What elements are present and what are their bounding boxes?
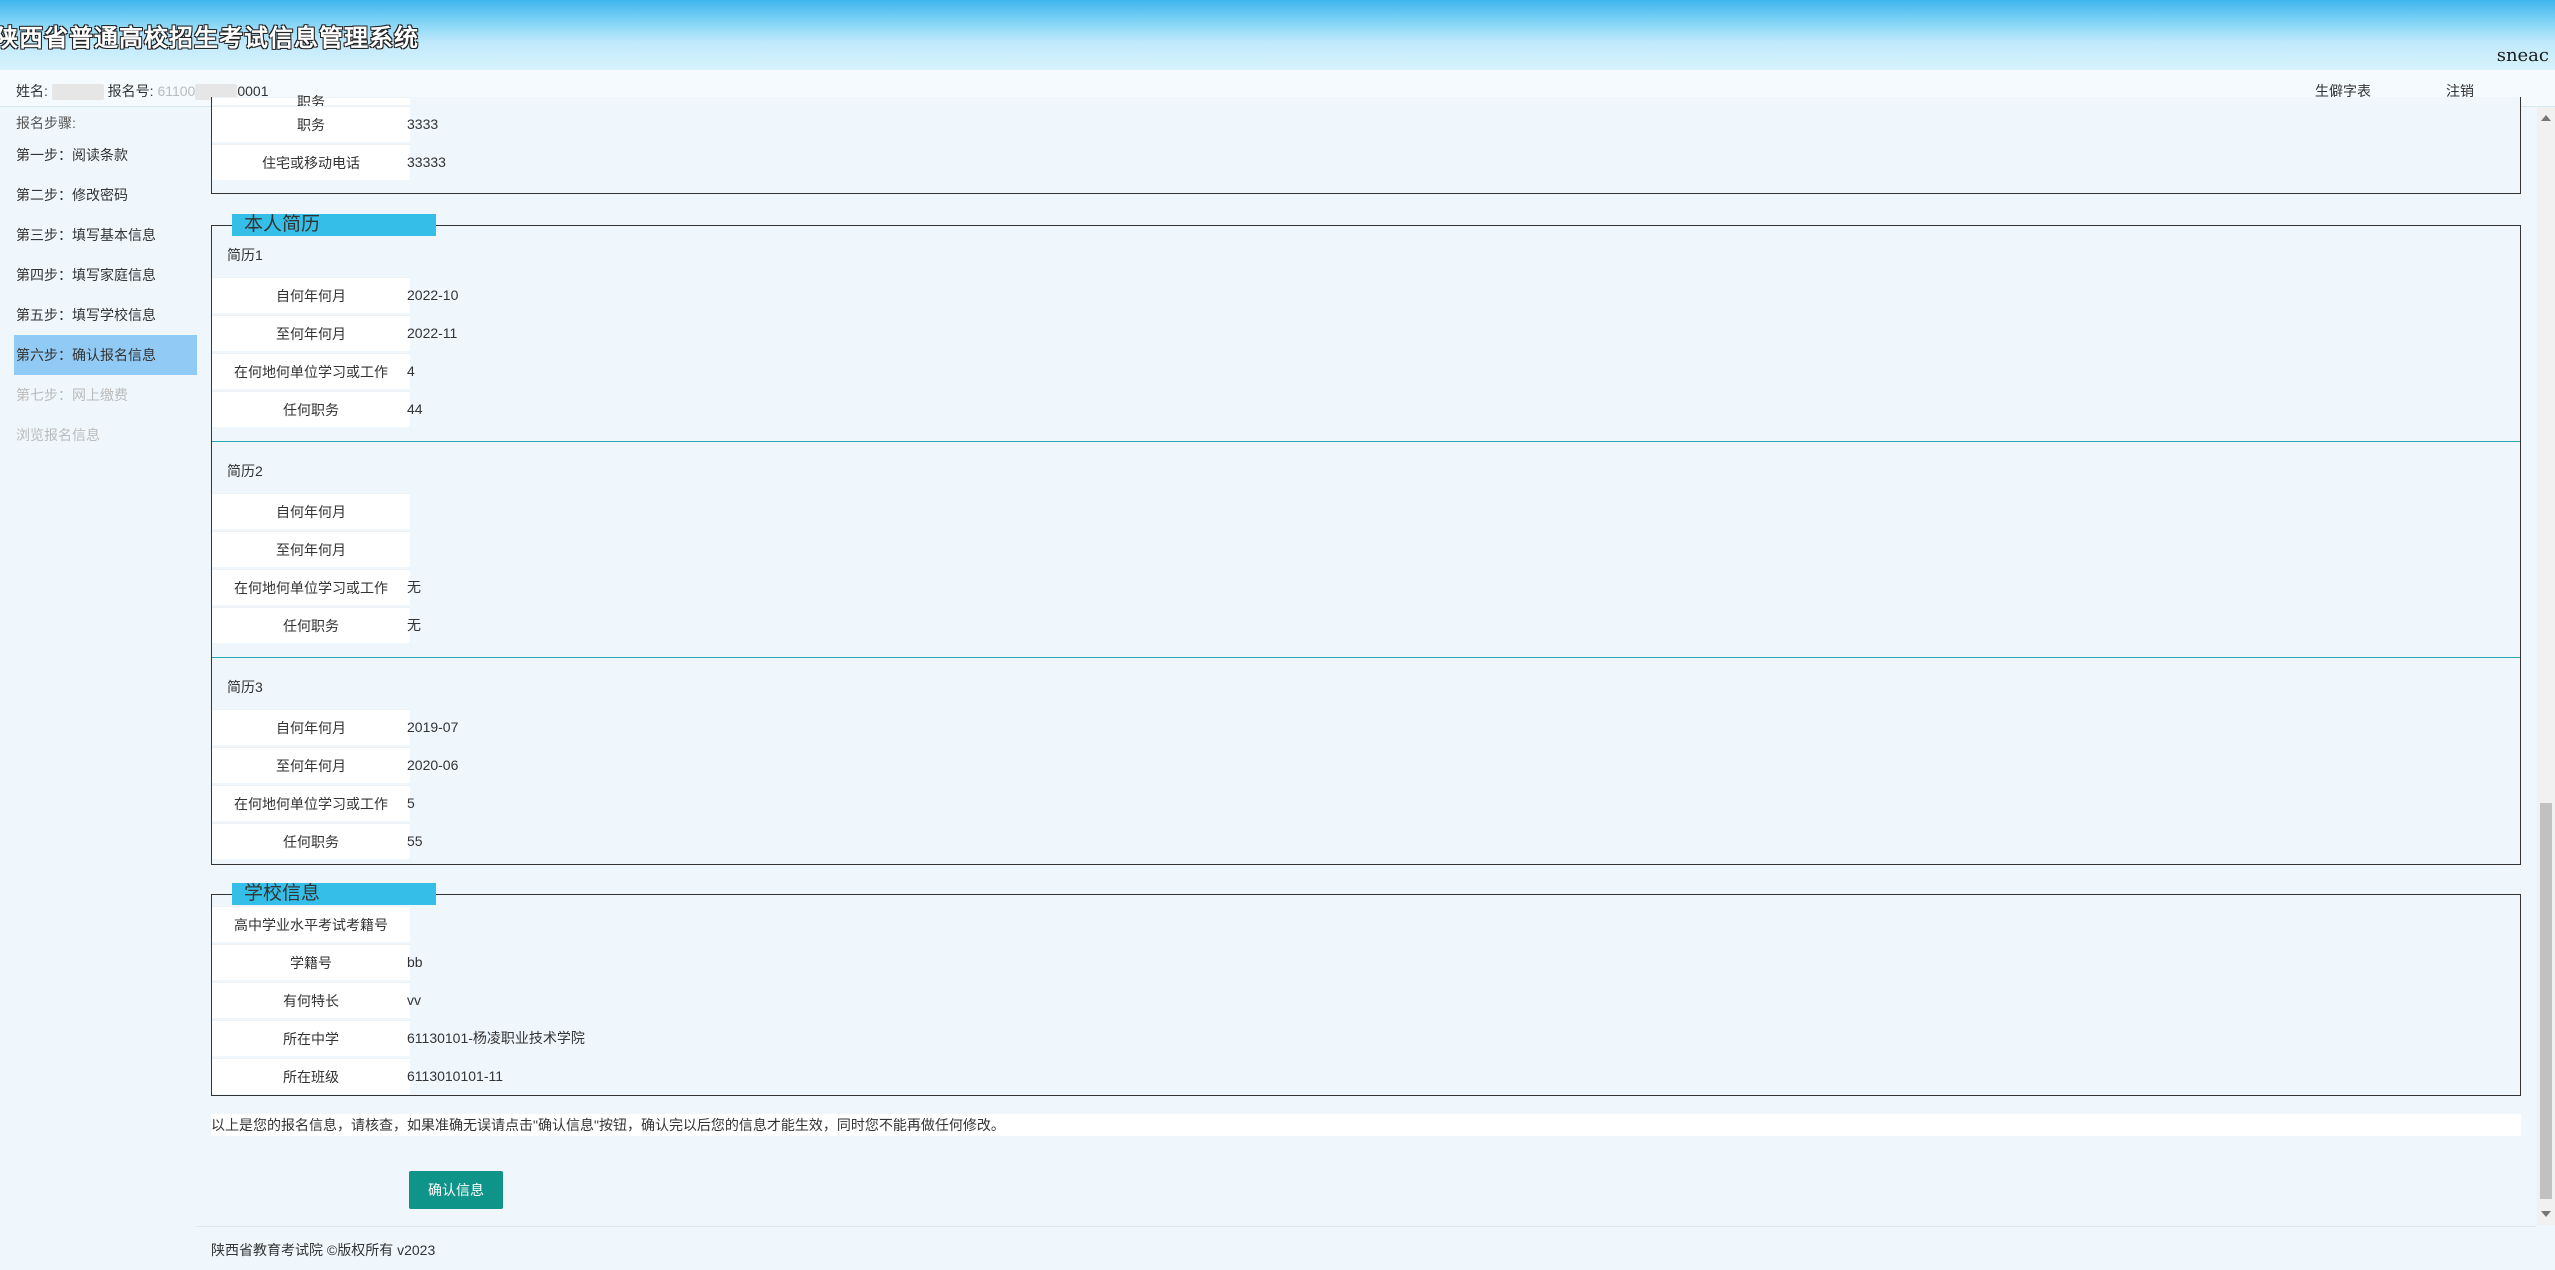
school-info-section: 学校信息 高中学业水平考试考籍号 学籍号 bb 有何特长 vv 所在中学 611…: [211, 883, 2521, 1096]
family-info-section: 职务 职务 3333 住宅或移动电话 33333: [211, 95, 2521, 194]
family-row-phone: 住宅或移动电话 33333: [212, 144, 2520, 180]
family-row-position-value: 职务 3333: [212, 106, 2520, 142]
header-banner: 陕西省普通高校招生考试信息管理系统 sneac: [0, 0, 2555, 70]
resume-entry-title: 简历2: [227, 463, 263, 479]
resume-value-position: 44: [407, 401, 423, 417]
resume-label-from: 自何年何月: [212, 709, 410, 745]
resume-row: 自何年何月 2022-10: [212, 277, 2520, 313]
family-label-position: 职务: [212, 95, 410, 109]
school-value-specialty: vv: [407, 992, 421, 1008]
resume-divider: [212, 441, 2520, 442]
resume-row: 至何年何月: [212, 531, 2520, 567]
resume-label-from: 自何年何月: [212, 493, 410, 529]
sidebar-item-step2[interactable]: 第二步：修改密码: [14, 175, 197, 215]
confirm-notice: 以上是您的报名信息，请核查，如果准确无误请点击"确认信息"按钮，确认完以后您的信…: [211, 1114, 2521, 1136]
school-label-student-id: 学籍号: [212, 944, 410, 980]
resume-label-where: 在何地何单位学习或工作: [212, 353, 410, 389]
name-redacted: [51, 84, 104, 101]
family-value: 3333: [407, 116, 439, 132]
footer-copyright: 陕西省教育考试院 ©版权所有 v2023: [211, 1242, 436, 1258]
school-label-exam-id: 高中学业水平考试考籍号: [212, 906, 410, 942]
footer-divider: [196, 1226, 2536, 1227]
resume-divider: [212, 657, 2520, 658]
resume-label-position: 任何职务: [212, 823, 410, 859]
resume-entry-title: 简历1: [227, 247, 263, 263]
resume-label-where: 在何地何单位学习或工作: [212, 569, 410, 605]
resume-value-to: 2020-06: [407, 757, 459, 773]
resume-label-to: 至何年何月: [212, 531, 410, 567]
school-row: 学籍号 bb: [212, 944, 2520, 980]
school-row: 有何特长 vv: [212, 982, 2520, 1018]
family-label: 职务: [212, 106, 410, 142]
brand-logo-text: sneac: [2496, 45, 2549, 66]
resume-row: 在何地何单位学习或工作 5: [212, 785, 2520, 821]
family-value-phone: 33333: [407, 154, 446, 170]
name-label: 姓名:: [16, 83, 48, 99]
sidebar-item-browse[interactable]: 浏览报名信息: [14, 415, 197, 455]
scrollbar-thumb[interactable]: [2540, 803, 2552, 1199]
school-row: 所在班级 6113010101-11: [212, 1058, 2520, 1094]
scroll-down-arrow-icon[interactable]: [2541, 1211, 2551, 1217]
resume-row: 至何年何月 2022-11: [212, 315, 2520, 351]
reg-label: 报名号:: [107, 83, 154, 99]
resume-row: 在何地何单位学习或工作 无: [212, 569, 2520, 605]
resume-value-to: 2022-11: [407, 325, 458, 341]
resume-label-position: 任何职务: [212, 607, 410, 643]
sidebar-item-step7[interactable]: 第七步：网上缴费: [14, 375, 197, 415]
school-row: 所在中学 61130101-杨凌职业技术学院: [212, 1020, 2520, 1056]
sidebar-item-step5[interactable]: 第五步：填写学校信息: [14, 295, 197, 335]
resume-row: 任何职务 55: [212, 823, 2520, 859]
resume-label-from: 自何年何月: [212, 277, 410, 313]
resume-label-to: 至何年何月: [212, 315, 410, 351]
school-section-title: 学校信息: [232, 883, 436, 905]
resume-label-to: 至何年何月: [212, 747, 410, 783]
sidebar-item-step6[interactable]: 第六步：确认报名信息: [14, 335, 197, 375]
page-scrollbar[interactable]: [2537, 107, 2555, 1225]
resume-row: 在何地何单位学习或工作 4: [212, 353, 2520, 389]
school-value-school: 61130101-杨凌职业技术学院: [407, 1030, 585, 1046]
sidebar-header: 报名步骤:: [16, 115, 76, 131]
school-label-specialty: 有何特长: [212, 982, 410, 1018]
confirm-info-button[interactable]: 确认信息: [409, 1171, 503, 1209]
school-label-class: 所在班级: [212, 1058, 410, 1094]
reg-prefix: 61100: [157, 83, 196, 99]
main-content: 职务 职务 3333 住宅或移动电话 33333 本人简历 简历1 自何年何月 …: [196, 95, 2536, 1225]
family-label-phone: 住宅或移动电话: [212, 144, 410, 180]
resume-value-position: 无: [407, 617, 421, 633]
resume-section: 本人简历 简历1 自何年何月 2022-10 至何年何月 2022-11 在何地…: [211, 214, 2521, 865]
school-row: 高中学业水平考试考籍号: [212, 906, 2520, 942]
resume-value-where: 4: [407, 363, 415, 379]
resume-label-position: 任何职务: [212, 391, 410, 427]
resume-row: 自何年何月: [212, 493, 2520, 529]
resume-value-from: 2019-07: [407, 719, 459, 735]
resume-row: 至何年何月 2020-06: [212, 747, 2520, 783]
resume-value-where: 5: [407, 795, 415, 811]
sidebar-item-step4[interactable]: 第四步：填写家庭信息: [14, 255, 197, 295]
app-title: 陕西省普通高校招生考试信息管理系统: [0, 24, 419, 52]
sidebar: 报名步骤: 第一步：阅读条款 第二步：修改密码 第三步：填写基本信息 第四步：填…: [0, 108, 200, 1270]
resume-value-where: 无: [407, 579, 421, 595]
school-value-class: 6113010101-11: [407, 1068, 504, 1084]
resume-label-where: 在何地何单位学习或工作: [212, 785, 410, 821]
school-label-school: 所在中学: [212, 1020, 410, 1056]
school-value-student-id: bb: [407, 954, 423, 970]
sidebar-item-step3[interactable]: 第三步：填写基本信息: [14, 215, 197, 255]
sidebar-item-step1[interactable]: 第一步：阅读条款: [14, 135, 197, 175]
resume-row: 自何年何月 2019-07: [212, 709, 2520, 745]
scroll-up-arrow-icon[interactable]: [2541, 115, 2551, 121]
resume-section-title: 本人简历: [232, 214, 436, 236]
resume-value-from: 2022-10: [407, 287, 459, 303]
resume-value-position: 55: [407, 833, 423, 849]
resume-entry-title: 简历3: [227, 679, 263, 695]
resume-row: 任何职务 无: [212, 607, 2520, 643]
resume-row: 任何职务 44: [212, 391, 2520, 427]
